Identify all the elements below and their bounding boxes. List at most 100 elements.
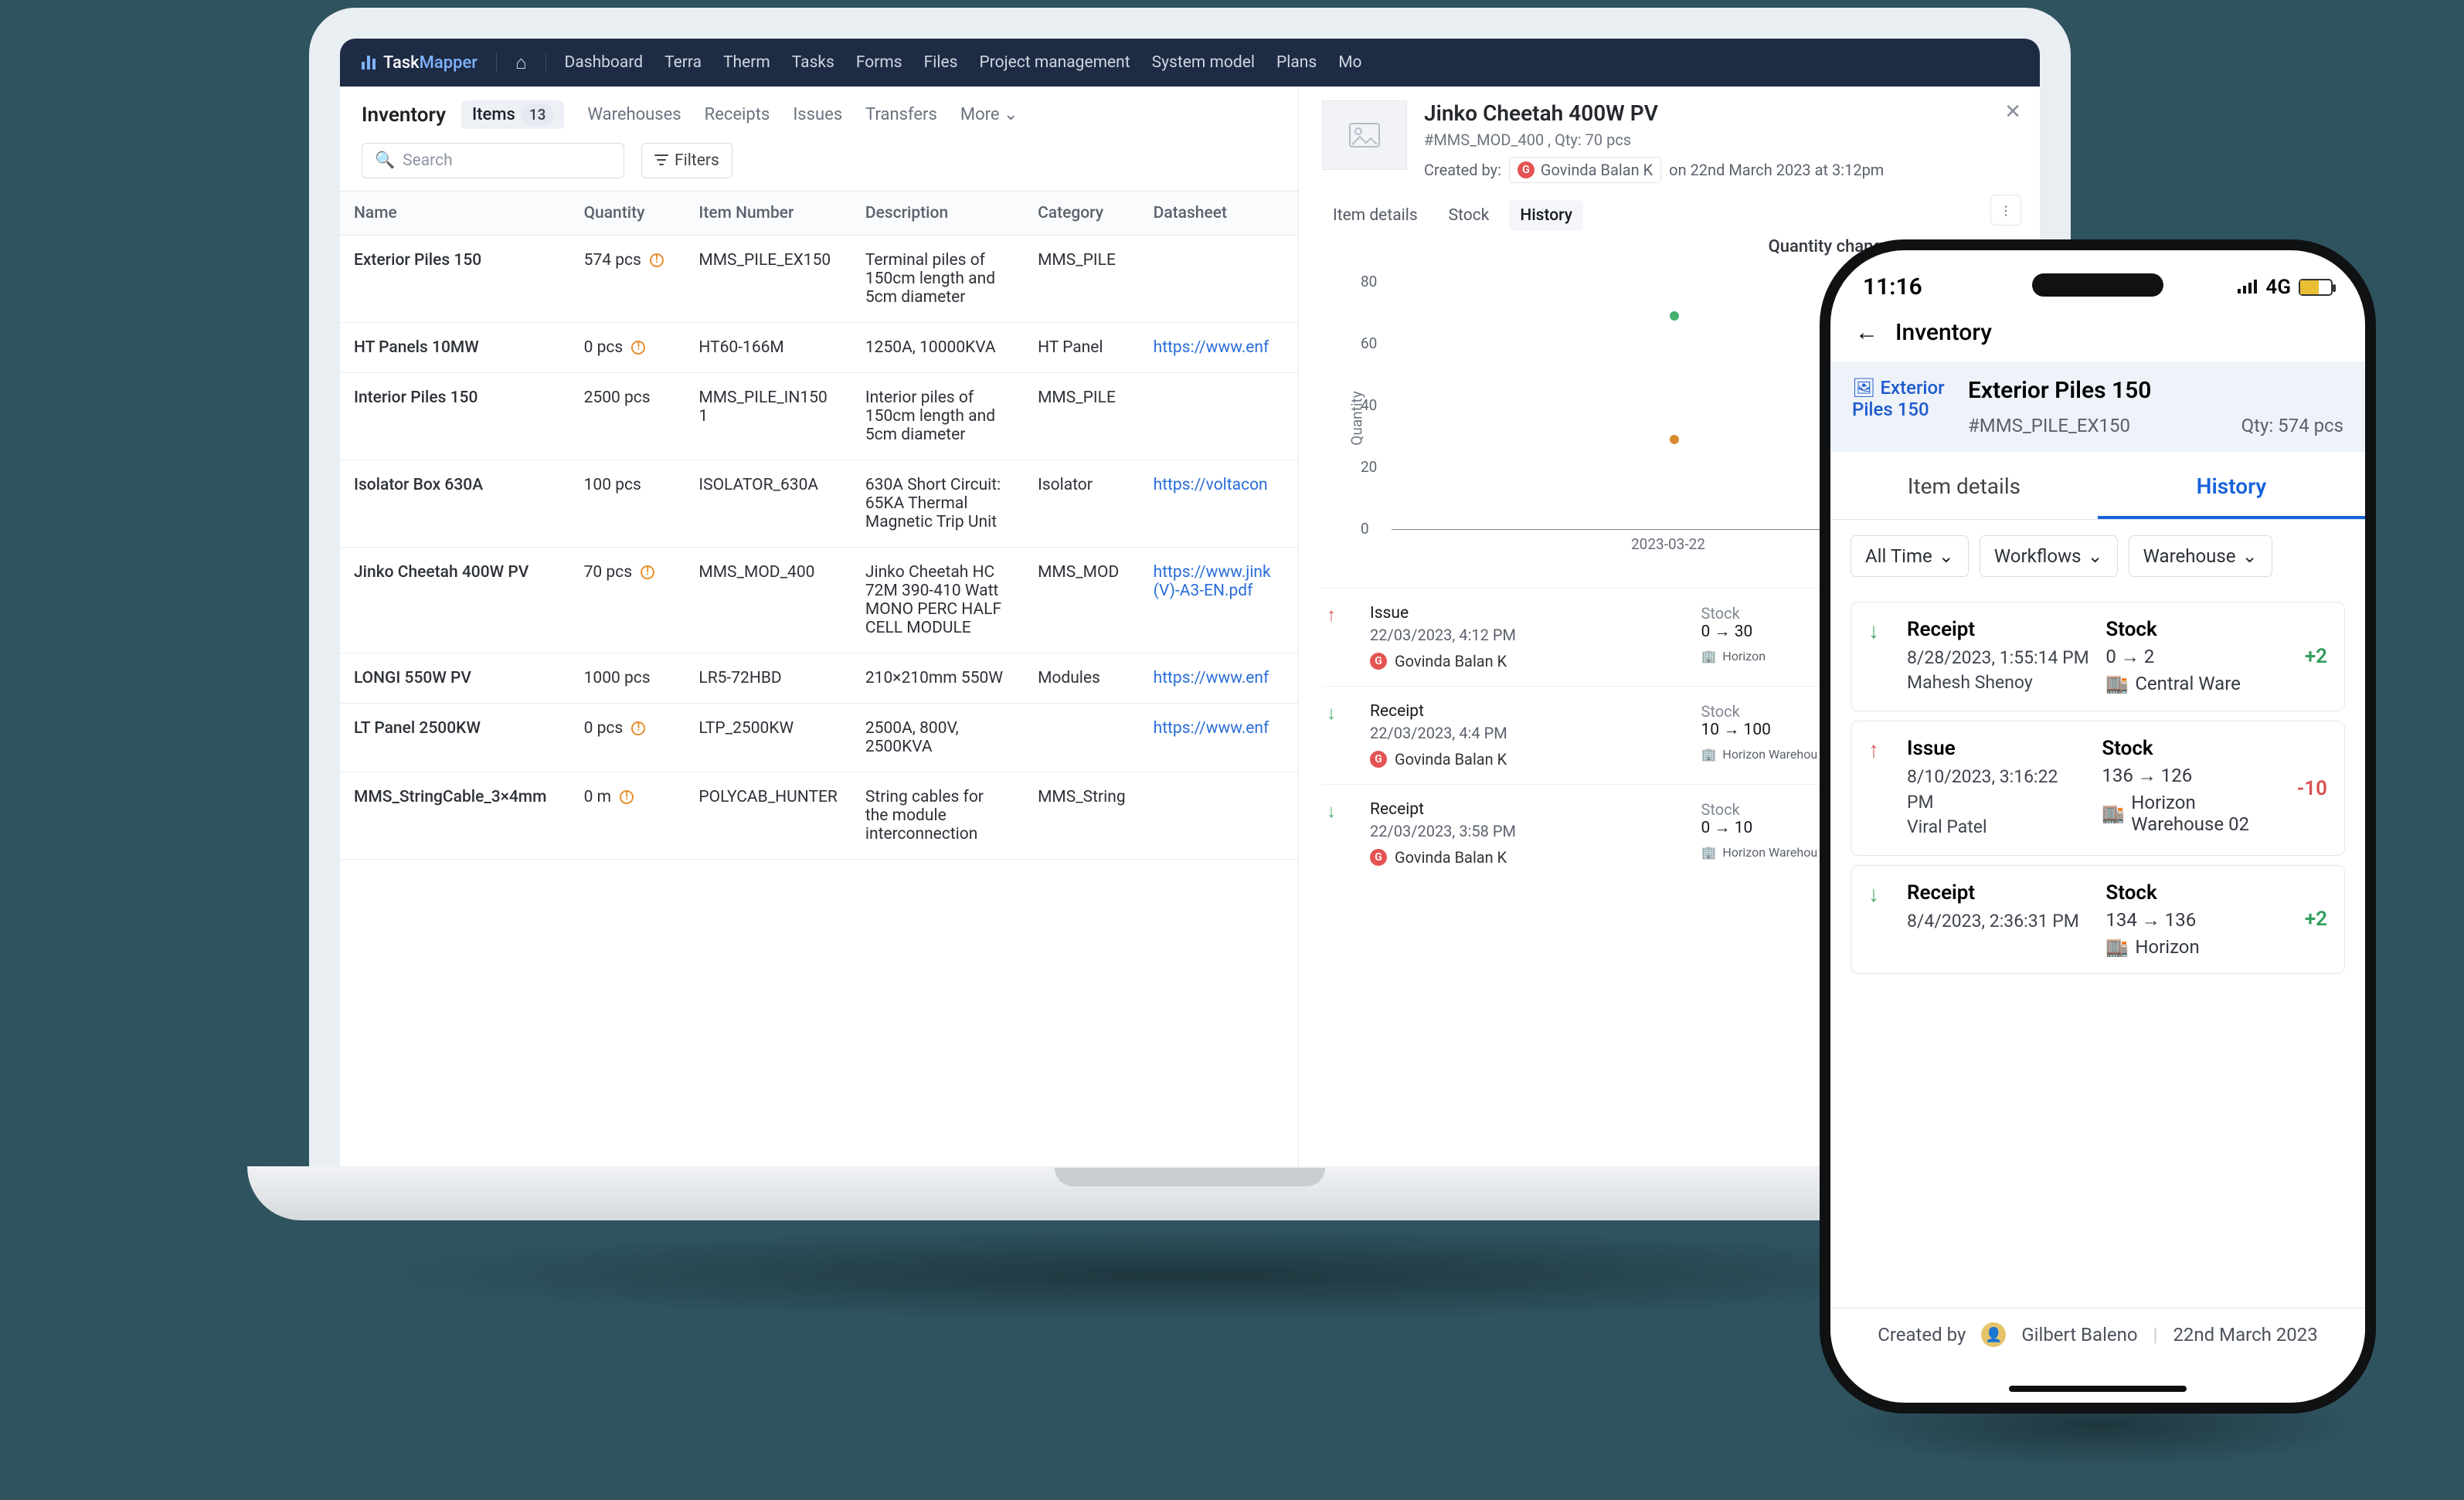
user-avatar-icon: G xyxy=(1370,751,1387,768)
nav-project[interactable]: Project management xyxy=(979,53,1130,72)
tab-issues[interactable]: Issues xyxy=(793,105,842,124)
tab-warehouses[interactable]: Warehouses xyxy=(587,105,681,124)
table-row[interactable]: HT Panels 10MW 0 pcs HT60-166M1250A, 100… xyxy=(340,323,1298,373)
brand-bars-icon xyxy=(362,56,376,70)
mobile-event-card[interactable]: ↓ Receipt 8/4/2023, 2:36:31 PM Stock 134… xyxy=(1851,865,2345,974)
mobile-item-code: #MMS_PILE_EX150 xyxy=(1968,415,2130,436)
col-desc[interactable]: Description xyxy=(851,192,1024,236)
arrow-down-icon: ↓ xyxy=(1327,800,1350,867)
tab-stock[interactable]: Stock xyxy=(1438,200,1500,231)
mobile-item-qty: Qty: 574 pcs xyxy=(2241,415,2343,436)
tab-history[interactable]: History xyxy=(1509,200,1583,231)
tab-transfers[interactable]: Transfers xyxy=(865,105,937,124)
table-row[interactable]: Isolator Box 630A 100 pcs ISOLATOR_630A6… xyxy=(340,460,1298,548)
tab-items[interactable]: Items13 xyxy=(461,100,564,129)
table-row[interactable]: MMS_StringCable_3×4mm 0 m POLYCAB_HUNTER… xyxy=(340,772,1298,860)
screen: TaskMapper ⌂ Dashboard Terra Therm Tasks… xyxy=(309,8,2071,1166)
table-row[interactable]: LONGI 550W PV 1000 pcs LR5-72HBD210×210m… xyxy=(340,653,1298,704)
tab-receipts[interactable]: Receipts xyxy=(705,105,770,124)
arrow-down-icon: ↓ xyxy=(1868,881,1893,958)
nav-terra[interactable]: Terra xyxy=(664,53,702,72)
warehouse-icon: 🏬 xyxy=(2105,673,2129,694)
signal-icon xyxy=(2238,276,2258,299)
home-icon[interactable]: ⌂ xyxy=(515,52,527,74)
back-arrow-icon[interactable]: ← xyxy=(1855,319,1878,346)
user-avatar-icon: G xyxy=(1370,849,1387,866)
brand-left: Task xyxy=(383,53,420,73)
col-name[interactable]: Name xyxy=(340,192,570,236)
footer-name: Gilbert Baleno xyxy=(2021,1324,2137,1346)
mobile-title: Inventory xyxy=(1895,319,1992,346)
table-row[interactable]: Interior Piles 150 2500 pcs MMS_PILE_IN1… xyxy=(340,373,1298,460)
filter-icon xyxy=(654,151,668,170)
tab-item-details[interactable]: Item details xyxy=(1322,200,1429,231)
phone-body: 11:16 4G ← Inventory Exterior Piles 150 … xyxy=(1820,239,2376,1413)
warehouse-icon: 🏬 xyxy=(2105,936,2129,958)
table-row[interactable]: Exterior Piles 150 574 pcs MMS_PILE_EX15… xyxy=(340,236,1298,323)
search-input[interactable]: 🔍 Search xyxy=(362,143,624,178)
filter-warehouse[interactable]: Warehouse ⌄ xyxy=(2129,535,2272,577)
mobile-event-card[interactable]: ↑ Issue 8/10/2023, 3:16:22 PM Viral Pate… xyxy=(1851,721,2345,856)
chevron-down-icon: ⌄ xyxy=(2241,545,2257,567)
items-table: Name Quantity Item Number Description Ca… xyxy=(340,191,1298,860)
topbar: TaskMapper ⌂ Dashboard Terra Therm Tasks… xyxy=(340,39,2040,87)
point-available xyxy=(1670,311,1679,321)
nav-system[interactable]: System model xyxy=(1152,53,1255,72)
filters-button[interactable]: Filters xyxy=(641,143,732,178)
warning-icon xyxy=(631,341,645,355)
footer-date: 22nd March 2023 xyxy=(2173,1324,2317,1346)
page-title: Inventory xyxy=(362,104,446,127)
separator xyxy=(496,53,497,73)
detail-title: Jinko Cheetah 400W PV xyxy=(1424,100,1884,126)
brand-right: Mapper xyxy=(420,53,478,73)
table-row[interactable]: LT Panel 2500KW 0 pcs LTP_2500KW2500A, 8… xyxy=(340,704,1298,772)
col-qty[interactable]: Quantity xyxy=(570,192,685,236)
point-issued xyxy=(1670,435,1679,444)
item-image-placeholder: Exterior Piles 150 xyxy=(1852,377,1953,420)
brand[interactable]: TaskMapper xyxy=(362,53,478,73)
mobile-event-card[interactable]: ↓ Receipt 8/28/2023, 1:55:14 PM Mahesh S… xyxy=(1851,602,2345,711)
chevron-down-icon: ⌄ xyxy=(2088,545,2103,567)
nav-files[interactable]: Files xyxy=(924,53,958,72)
mobile-filters: All Time ⌄ Workflows ⌄ Warehouse ⌄ xyxy=(1830,520,2365,592)
detail-subtitle: #MMS_MOD_400 , Qty: 70 pcs xyxy=(1424,131,1884,149)
kebab-menu[interactable]: ⋮ xyxy=(1990,195,2021,226)
inventory-pane: Inventory Items13 Warehouses Receipts Is… xyxy=(340,87,1298,1166)
warning-icon xyxy=(631,721,645,735)
table-row[interactable]: Jinko Cheetah 400W PV 70 pcs MMS_MOD_400… xyxy=(340,548,1298,653)
mobile-item-card: Exterior Piles 150 Exterior Piles 150 #M… xyxy=(1830,361,2365,452)
nav-forms[interactable]: Forms xyxy=(856,53,902,72)
top-nav: Dashboard Terra Therm Tasks Forms Files … xyxy=(565,53,1362,72)
detail-tabs: Item details Stock History xyxy=(1322,200,2017,231)
nav-therm[interactable]: Therm xyxy=(723,53,770,72)
network-label: 4G xyxy=(2265,276,2291,299)
creator-chip[interactable]: GGovinda Balan K xyxy=(1509,157,1661,183)
arrow-up-icon: ↑ xyxy=(1868,737,1893,840)
phone-notch xyxy=(2032,273,2163,297)
inventory-subtabs: Items13 Warehouses Receipts Issues Trans… xyxy=(461,100,1018,129)
separator xyxy=(545,53,546,73)
arrow-down-icon: ↓ xyxy=(1327,702,1350,769)
mtab-history[interactable]: History xyxy=(2098,456,2365,519)
filter-time[interactable]: All Time ⌄ xyxy=(1851,535,1969,577)
mtab-details[interactable]: Item details xyxy=(1830,456,2098,519)
user-avatar-icon: G xyxy=(1370,653,1387,670)
filter-workflows[interactable]: Workflows ⌄ xyxy=(1980,535,2118,577)
nav-dashboard[interactable]: Dashboard xyxy=(565,53,644,72)
home-indicator[interactable] xyxy=(2009,1386,2187,1392)
close-icon[interactable]: ✕ xyxy=(2004,100,2021,124)
col-code[interactable]: Item Number xyxy=(685,192,851,236)
col-link[interactable]: Datasheet xyxy=(1140,192,1298,236)
mobile-footer: Created by 👤 Gilbert Baleno | 22nd March… xyxy=(1830,1308,2365,1361)
col-cat[interactable]: Category xyxy=(1024,192,1140,236)
mobile-events: ↓ Receipt 8/28/2023, 1:55:14 PM Mahesh S… xyxy=(1830,602,2365,974)
nav-more[interactable]: Mo xyxy=(1338,53,1361,72)
nav-plans[interactable]: Plans xyxy=(1276,53,1317,72)
created-on: on 22nd March 2023 at 3:12pm xyxy=(1669,161,1884,179)
mobile-tabs: Item details History xyxy=(1830,456,2365,520)
nav-tasks[interactable]: Tasks xyxy=(792,53,834,72)
laptop-notch xyxy=(1055,1168,1325,1186)
warehouse-icon: 🏢 xyxy=(1701,845,1717,860)
battery-icon xyxy=(2299,279,2333,296)
tab-more[interactable]: More ⌄ xyxy=(960,105,1018,124)
